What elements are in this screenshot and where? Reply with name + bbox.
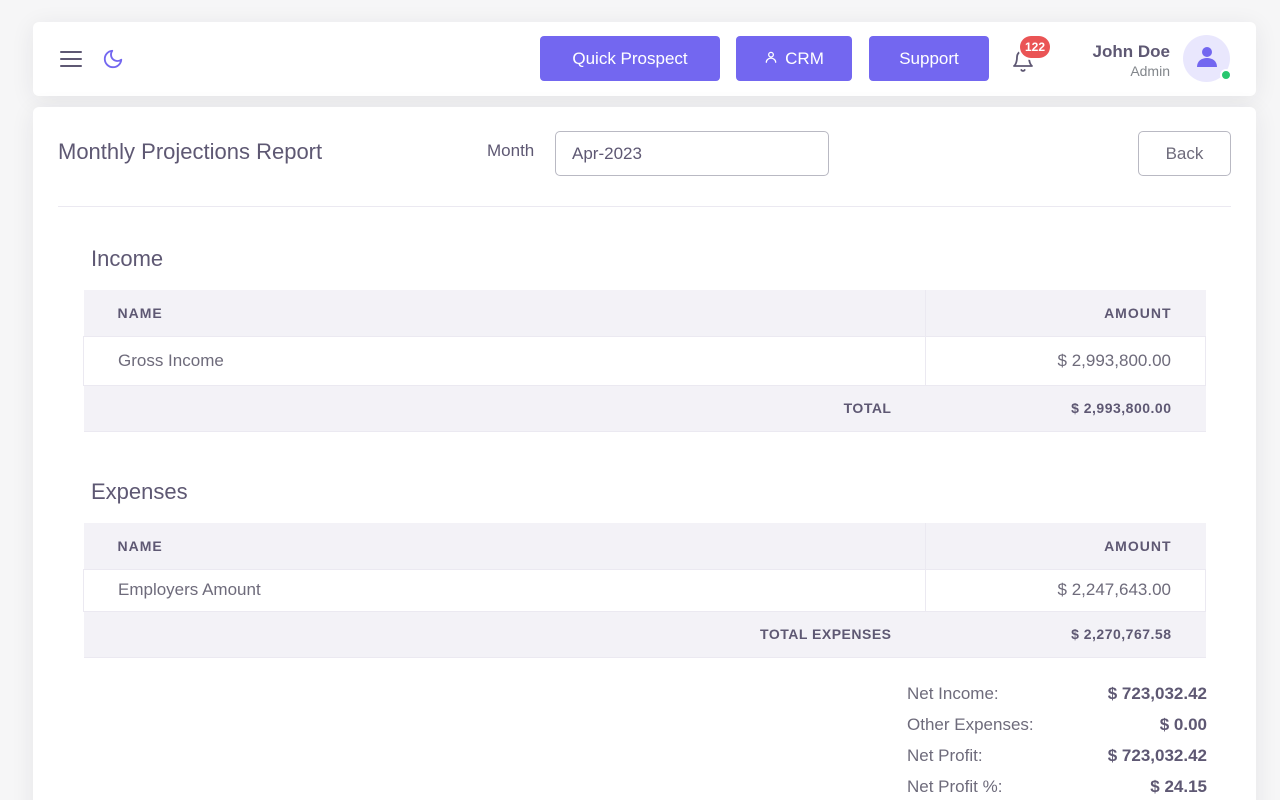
summary-label: Other Expenses: — [907, 715, 1034, 734]
summary-label: Net Profit %: — [907, 777, 1003, 796]
total-row: TOTAL EXPENSES $ 2,270,767.58 — [83, 611, 1206, 658]
total-label: TOTAL EXPENSES — [83, 611, 926, 658]
row-amount: $ 2,993,800.00 — [925, 336, 1206, 386]
user-role: Admin — [1130, 63, 1170, 79]
total-value: $ 2,993,800.00 — [925, 385, 1206, 432]
user-icon — [1195, 44, 1219, 73]
support-button[interactable]: Support — [869, 36, 989, 81]
column-header-amount[interactable]: AMOUNT — [925, 290, 1206, 337]
table-header-row: NAME AMOUNT — [83, 523, 1206, 570]
income-table: NAME AMOUNT Gross Income $ 2,993,800.00 … — [83, 290, 1206, 432]
column-header-amount[interactable]: AMOUNT — [925, 523, 1206, 570]
moon-icon[interactable] — [101, 22, 125, 96]
support-label: Support — [899, 48, 959, 68]
user-name: John Doe — [1092, 42, 1170, 61]
page-title: Monthly Projections Report — [58, 139, 323, 164]
summary-label: Net Income: — [907, 684, 999, 703]
table-row: Gross Income $ 2,993,800.00 — [83, 336, 1206, 386]
summary-row-net-profit: Net Profit: $ 723,032.42 — [907, 744, 1207, 775]
online-status-dot — [1220, 69, 1232, 81]
month-input[interactable] — [555, 131, 829, 176]
avatar[interactable] — [1183, 35, 1232, 82]
summary-value: $ 723,032.42 — [1107, 746, 1207, 765]
summary-value: $ 0.00 — [1159, 715, 1207, 734]
table-header-row: NAME AMOUNT — [83, 290, 1206, 337]
total-row: TOTAL $ 2,993,800.00 — [83, 385, 1206, 432]
summary-row-net-income: Net Income: $ 723,032.42 — [907, 682, 1207, 713]
summary-value: $ 24.15 — [1150, 777, 1207, 796]
total-value: $ 2,270,767.58 — [925, 611, 1206, 658]
notifications-button[interactable]: 122 — [1011, 36, 1051, 78]
user-outline-icon — [764, 49, 778, 69]
column-header-name[interactable]: NAME — [83, 523, 926, 570]
summary-value: $ 723,032.42 — [1107, 684, 1207, 703]
column-header-name[interactable]: NAME — [83, 290, 926, 337]
quick-prospect-label: Quick Prospect — [572, 48, 688, 68]
summary-row-other-expenses: Other Expenses: $ 0.00 — [907, 713, 1207, 744]
summary-label: Net Profit: — [907, 746, 983, 765]
month-label: Month — [487, 141, 535, 160]
navbar: Quick Prospect CRM Support 122 John Doe … — [33, 22, 1256, 96]
crm-label: CRM — [785, 48, 824, 68]
notification-badge: 122 — [1020, 36, 1051, 58]
row-name: Gross Income — [83, 336, 926, 386]
row-name: Employers Amount — [83, 569, 926, 612]
total-label: TOTAL — [83, 385, 926, 432]
expenses-table: NAME AMOUNT Employers Amount $ 2,247,643… — [83, 523, 1206, 658]
quick-prospect-button[interactable]: Quick Prospect — [540, 36, 720, 81]
menu-icon[interactable] — [59, 22, 83, 96]
table-row: Employers Amount $ 2,247,643.00 — [83, 569, 1206, 612]
expenses-title: Expenses — [91, 479, 188, 504]
crm-button[interactable]: CRM — [736, 36, 852, 81]
summary: Net Income: $ 723,032.42 Other Expenses:… — [907, 682, 1207, 800]
report-card: Monthly Projections Report Month Back In… — [33, 107, 1256, 800]
back-button[interactable]: Back — [1138, 131, 1231, 176]
divider — [58, 206, 1231, 207]
summary-row-net-profit-pct: Net Profit %: $ 24.15 — [907, 775, 1207, 800]
income-title: Income — [91, 246, 164, 271]
row-amount: $ 2,247,643.00 — [925, 569, 1206, 612]
